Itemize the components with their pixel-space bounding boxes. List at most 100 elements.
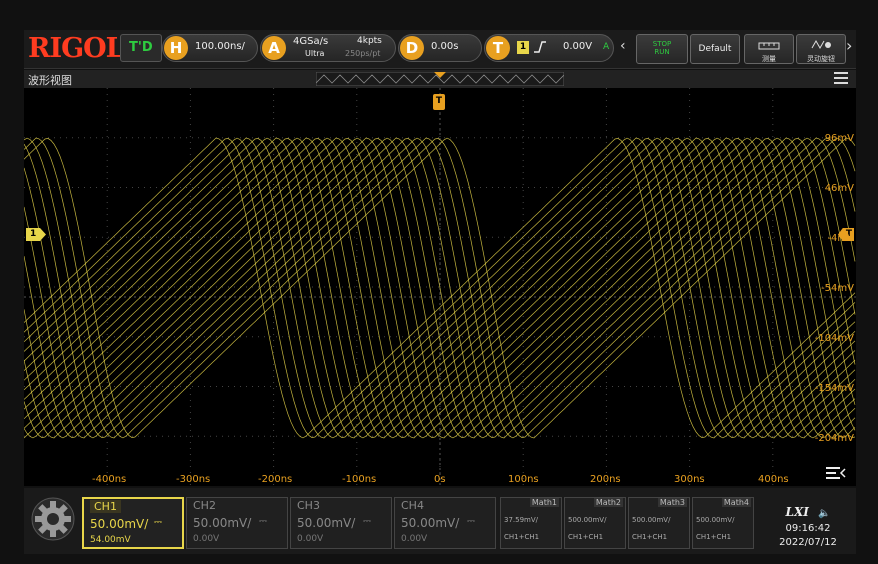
x-tick-label: -300ns <box>176 474 211 485</box>
menu-icon[interactable] <box>834 72 848 84</box>
collapse-icon[interactable] <box>826 466 846 480</box>
trigger-marker-label: T <box>435 96 443 106</box>
channel-offset: 0.00V <box>401 534 428 544</box>
math-name: Math2 <box>593 498 623 507</box>
waveform-canvas <box>24 88 856 486</box>
left-arrow-icon[interactable]: ‹ <box>620 38 626 54</box>
delay-button[interactable]: D 0.00s <box>398 34 482 62</box>
mode-td-button[interactable]: T'D <box>120 34 162 62</box>
math-scale: 500.00mV/ <box>568 516 607 524</box>
math-scale: 37.59mV/ <box>504 516 539 524</box>
math-name: Math3 <box>657 498 687 507</box>
sample-rate: 4GSa/s <box>293 36 329 47</box>
channel-offset: 0.00V <box>297 534 324 544</box>
x-tick-label: 200ns <box>590 474 621 485</box>
channel-1-panel[interactable]: CH1 50.00mV/ ⎓ 54.00mV <box>82 497 184 549</box>
channel-4-panel[interactable]: CH4 50.00mV/ ⎓ 0.00V <box>394 497 496 549</box>
math-source: CH1+CH1 <box>568 533 604 541</box>
stop-label: STOP <box>652 40 672 48</box>
lxi-label: LXI <box>785 505 809 519</box>
math-scale: 500.00mV/ <box>696 516 735 524</box>
math-source: CH1+CH1 <box>696 533 732 541</box>
y-tick-label: -204mV <box>814 433 854 444</box>
status-clock-panel: LXI 🔈 09:16:42 2022/07/12 <box>764 497 852 549</box>
dc-coupling-icon: ⎓ <box>154 517 162 528</box>
time-display: 09:16:42 <box>785 523 831 534</box>
math-source: CH1+CH1 <box>504 533 540 541</box>
channel-scale: 50.00mV/ <box>297 516 356 530</box>
ch1-marker-label: 1 <box>30 229 37 239</box>
math-name: Math1 <box>529 498 559 507</box>
default-button[interactable]: Default <box>690 34 740 64</box>
view-title: 波形视图 <box>28 74 72 87</box>
trigger-position-marker[interactable]: T <box>433 94 445 110</box>
measure-button[interactable]: 测量 <box>744 34 794 64</box>
x-tick-label: -200ns <box>258 474 293 485</box>
rising-edge-icon <box>534 41 546 53</box>
waveform-display[interactable]: T 1 T <box>24 88 856 486</box>
channel-name: CH3 <box>297 499 320 512</box>
y-tick-label: -4mV <box>827 233 854 244</box>
trigger-mode: A <box>603 42 610 52</box>
knob-button[interactable]: 灵动旋钮 <box>796 34 846 64</box>
y-tick-label: -154mV <box>814 383 854 394</box>
d-key-icon: D <box>400 36 424 60</box>
dc-coupling-icon: ⎓ <box>467 516 475 527</box>
knob-label: 灵动旋钮 <box>807 55 835 63</box>
ruler-icon <box>758 42 780 50</box>
y-tick-label: 46mV <box>824 183 854 194</box>
measure-label: 测量 <box>762 55 776 63</box>
y-tick-label: -54mV <box>821 283 854 294</box>
memory-overview[interactable] <box>316 72 564 86</box>
math-source: CH1+CH1 <box>632 533 668 541</box>
t-key-icon: T <box>486 36 510 60</box>
channel-name: CH2 <box>193 499 216 512</box>
math-name: Math4 <box>721 498 751 507</box>
channel-offset: 0.00V <box>193 534 220 544</box>
horizontal-scale-value: 100.00ns/ <box>195 41 245 52</box>
y-tick-label: -104mV <box>814 333 854 344</box>
trigger-source-badge: 1 <box>517 41 529 54</box>
date-display: 2022/07/12 <box>779 537 837 548</box>
settings-gear-icon[interactable] <box>30 496 76 542</box>
math-1-panel[interactable]: Math1 37.59mV/ CH1+CH1 <box>500 497 562 549</box>
h-key-icon: H <box>164 36 188 60</box>
delay-value: 0.00s <box>431 41 459 52</box>
right-arrow-icon[interactable]: › <box>846 36 852 55</box>
acquire-button[interactable]: A 4GSa/s 4kpts Ultra 250ps/pt <box>260 34 396 62</box>
acquire-mode: Ultra <box>305 49 325 58</box>
channel-name: CH1 <box>90 500 121 513</box>
channel-2-panel[interactable]: CH2 50.00mV/ ⎓ 0.00V <box>186 497 288 549</box>
x-tick-label: 0s <box>434 474 446 485</box>
default-label: Default <box>698 44 732 54</box>
math-3-panel[interactable]: Math3 500.00mV/ CH1+CH1 <box>628 497 690 549</box>
run-stop-button[interactable]: STOP RUN <box>636 34 688 64</box>
math-2-panel[interactable]: Math2 500.00mV/ CH1+CH1 <box>564 497 626 549</box>
resolution: 250ps/pt <box>345 49 381 58</box>
dc-coupling-icon: ⎓ <box>259 516 267 527</box>
channel-3-panel[interactable]: CH3 50.00mV/ ⎓ 0.00V <box>290 497 392 549</box>
trigger-level: 0.00V <box>563 41 593 52</box>
run-label: RUN <box>654 48 670 56</box>
x-tick-label: 300ns <box>674 474 705 485</box>
channel-scale: 50.00mV/ <box>90 517 149 531</box>
x-tick-label: 400ns <box>758 474 789 485</box>
x-tick-label: -400ns <box>92 474 127 485</box>
memory-depth: 4kpts <box>357 36 382 46</box>
trigger-button[interactable]: T 1 0.00V A <box>484 34 614 62</box>
channel-name: CH4 <box>401 499 424 512</box>
sound-icon[interactable]: 🔈 <box>818 508 830 519</box>
rigol-logo: RIGOL <box>28 33 125 64</box>
top-toolbar: RIGOL T'D H 100.00ns/ A 4GSa/s 4kpts Ult… <box>24 30 856 69</box>
knob-icon <box>811 39 831 50</box>
y-tick-label: 96mV <box>824 133 854 144</box>
x-tick-label: 100ns <box>508 474 539 485</box>
mode-label: T'D <box>129 40 153 55</box>
math-4-panel[interactable]: Math4 500.00mV/ CH1+CH1 <box>692 497 754 549</box>
waveform-view-bar: 波形视图 <box>24 70 856 88</box>
horizontal-scale-button[interactable]: H 100.00ns/ <box>162 34 258 62</box>
x-tick-label: -100ns <box>342 474 377 485</box>
channel-scale: 50.00mV/ <box>401 516 460 530</box>
dc-coupling-icon: ⎓ <box>363 516 371 527</box>
math-scale: 500.00mV/ <box>632 516 671 524</box>
